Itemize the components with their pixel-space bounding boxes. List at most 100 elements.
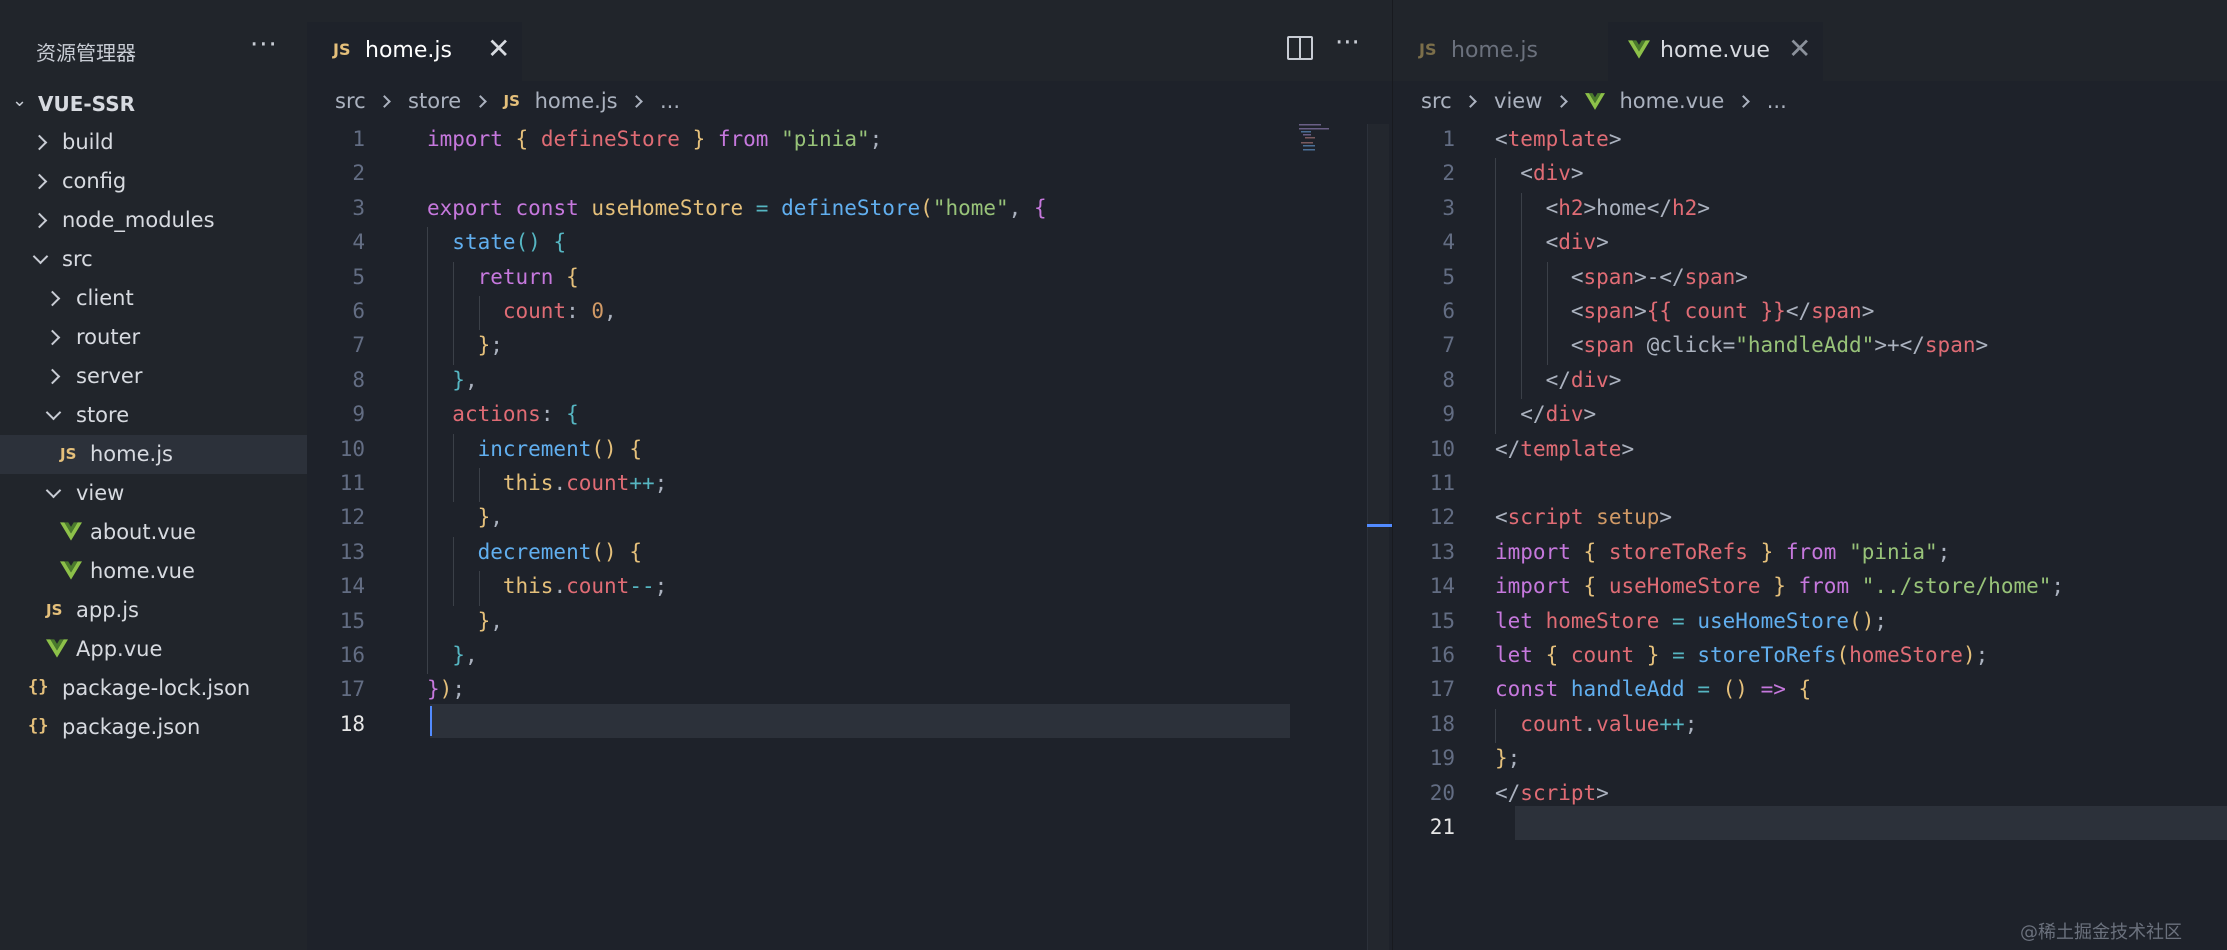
code-line[interactable]: 7 <span @click="handleAdd">+</span>	[1393, 330, 2227, 364]
code-line[interactable]: 4 state() {	[307, 227, 1297, 261]
js-file-icon: JS	[503, 92, 520, 110]
code-editor-home-vue[interactable]: 1 <template> 2 <div> 3 <h2>home</h2> 4 <div>…	[1393, 124, 2227, 950]
close-icon[interactable]: ✕	[1788, 32, 1811, 65]
line-number: 15	[1429, 608, 1455, 633]
code-line[interactable]: 15 let homeStore = useHomeStore();	[1393, 606, 2227, 640]
code-line[interactable]: 21	[1393, 812, 2227, 846]
indent-guide	[1495, 158, 1496, 434]
project-root-folder[interactable]: ⌄ VUE-SSR	[0, 86, 307, 120]
tree-file-about-vue[interactable]: about.vue	[0, 513, 307, 552]
tree-folder-node-modules[interactable]: node_modules	[0, 201, 307, 240]
code-line[interactable]: 11	[1393, 468, 2227, 502]
js-file-icon: JS	[46, 601, 63, 619]
code-line[interactable]: 14 this.count--;	[307, 571, 1297, 605]
tab-home-vue[interactable]: home.vue ✕	[1608, 22, 1823, 81]
minimap[interactable]	[1299, 124, 1345, 154]
code-text: let homeStore = useHomeStore();	[1495, 608, 1888, 633]
breadcrumb-item[interactable]: ...	[1767, 89, 1787, 113]
code-line[interactable]: 3 export const useHomeStore = defineStore…	[307, 193, 1297, 227]
code-line[interactable]: 4 <div>	[1393, 227, 2227, 261]
code-line[interactable]: 13 import { storeToRefs } from "pinia";	[1393, 537, 2227, 571]
code-line[interactable]: 20 </script>	[1393, 778, 2227, 812]
explorer-more-actions-icon[interactable]: ···	[250, 30, 278, 60]
code-line[interactable]: 12 },	[307, 502, 1297, 536]
code-text: decrement() {	[477, 539, 642, 564]
tree-folder-config[interactable]: config	[0, 162, 307, 201]
breadcrumb-item[interactable]: store	[408, 89, 461, 113]
code-line[interactable]: 11 this.count++;	[307, 468, 1297, 502]
indent-guide	[453, 433, 455, 503]
tree-item-label: home.vue	[90, 559, 195, 583]
tab-home-js-inactive[interactable]: JS home.js	[1393, 22, 1608, 81]
chevron-right-icon	[44, 290, 61, 307]
breadcrumb-item[interactable]: ...	[660, 89, 680, 113]
code-text: import { defineStore } from "pinia";	[427, 127, 883, 151]
code-text: return {	[477, 264, 579, 289]
breadcrumb-item[interactable]: src	[335, 89, 366, 113]
tree-folder-client[interactable]: client	[0, 279, 307, 318]
line-number: 14	[339, 574, 365, 599]
tree-file-home-js[interactable]: JS home.js	[0, 435, 307, 474]
code-line[interactable]: 5 <span>-</span>	[1393, 262, 2227, 296]
code-text: import { useHomeStore } from "../store/h…	[1495, 574, 2065, 599]
code-editor-home-js[interactable]: 1 import { defineStore } from "pinia"; 2 3 e…	[307, 124, 1297, 950]
tree-folder-router[interactable]: router	[0, 318, 307, 357]
code-line[interactable]: 9 </div>	[1393, 399, 2227, 433]
code-line[interactable]: 5 return {	[307, 262, 1297, 296]
line-number: 10	[339, 436, 365, 461]
tree-file-home-vue[interactable]: home.vue	[0, 552, 307, 591]
code-line[interactable]: 19};	[1393, 743, 2227, 777]
editor-more-actions-icon[interactable]: ···	[1335, 28, 1360, 58]
code-line[interactable]: 18	[307, 709, 1297, 743]
tree-file-package-lock-json[interactable]: {} package-lock.json	[0, 669, 307, 708]
tree-file-package-json[interactable]: {} package.json	[0, 708, 307, 747]
tab-label: home.vue	[1660, 38, 1770, 63]
code-line[interactable]: 8 </div>	[1393, 365, 2227, 399]
tab-home-js[interactable]: JS home.js ✕	[307, 22, 522, 81]
tree-folder-server[interactable]: server	[0, 357, 307, 396]
code-line[interactable]: 6 <span>{{ count }}</span>	[1393, 296, 2227, 330]
breadcrumb-item[interactable]: home.vue	[1619, 89, 1724, 113]
code-line[interactable]: 2	[307, 158, 1297, 192]
code-line[interactable]: 6 count: 0,	[307, 296, 1297, 330]
indent-guide	[453, 261, 455, 365]
code-line[interactable]: 15 },	[307, 606, 1297, 640]
code-line[interactable]: 16 let { count } = storeToRefs(homeStore)…	[1393, 640, 2227, 674]
breadcrumb-item[interactable]: home.js	[535, 89, 618, 113]
code-text: <template>	[1495, 127, 1622, 151]
code-line[interactable]: 3 <h2>home</h2>	[1393, 193, 2227, 227]
code-line[interactable]: 12 <script setup>	[1393, 502, 2227, 536]
code-line[interactable]: 17 const handleAdd = () => {	[1393, 674, 2227, 708]
tree-folder-build[interactable]: build	[0, 123, 307, 162]
breadcrumb-item[interactable]: view	[1494, 89, 1542, 113]
code-line[interactable]: 2 <div>	[1393, 158, 2227, 192]
chevron-down-icon	[45, 404, 62, 421]
breadcrumb-item[interactable]: src	[1421, 89, 1452, 113]
code-line[interactable]: 10 </template>	[1393, 434, 2227, 468]
tree-folder-view[interactable]: view	[0, 474, 307, 513]
code-line[interactable]: 16 },	[307, 640, 1297, 674]
tree-folder-src[interactable]: src	[0, 240, 307, 279]
code-text: };	[477, 333, 503, 358]
code-line[interactable]: 1 import { defineStore } from "pinia";	[307, 124, 1297, 158]
tree-file-app-vue[interactable]: App.vue	[0, 630, 307, 669]
code-line[interactable]: 17});	[307, 674, 1297, 708]
code-line[interactable]: 9 actions: {	[307, 399, 1297, 433]
tree-folder-store[interactable]: store	[0, 396, 307, 435]
code-text: </script>	[1495, 780, 1609, 805]
code-line[interactable]: 14 import { useHomeStore } from "../store…	[1393, 571, 2227, 605]
chevron-down-icon: ⌄	[12, 90, 28, 111]
code-line[interactable]: 8 },	[307, 365, 1297, 399]
code-line[interactable]: 7 };	[307, 330, 1297, 364]
code-text: let { count } = storeToRefs(homeStore);	[1495, 643, 1989, 667]
close-icon[interactable]: ✕	[487, 32, 510, 65]
left-editor-group: JS home.js ✕ ··· src store JS home.js ..…	[307, 0, 1392, 950]
line-number: 2	[1442, 161, 1455, 186]
line-number: 21	[1429, 815, 1455, 839]
split-editor-icon[interactable]	[1287, 36, 1313, 60]
code-line[interactable]: 1 <template>	[1393, 124, 2227, 158]
tree-file-app-js[interactable]: JS app.js	[0, 591, 307, 630]
code-line[interactable]: 13 decrement() {	[307, 537, 1297, 571]
code-line[interactable]: 18 count.value++;	[1393, 709, 2227, 743]
code-line[interactable]: 10 increment() {	[307, 434, 1297, 468]
